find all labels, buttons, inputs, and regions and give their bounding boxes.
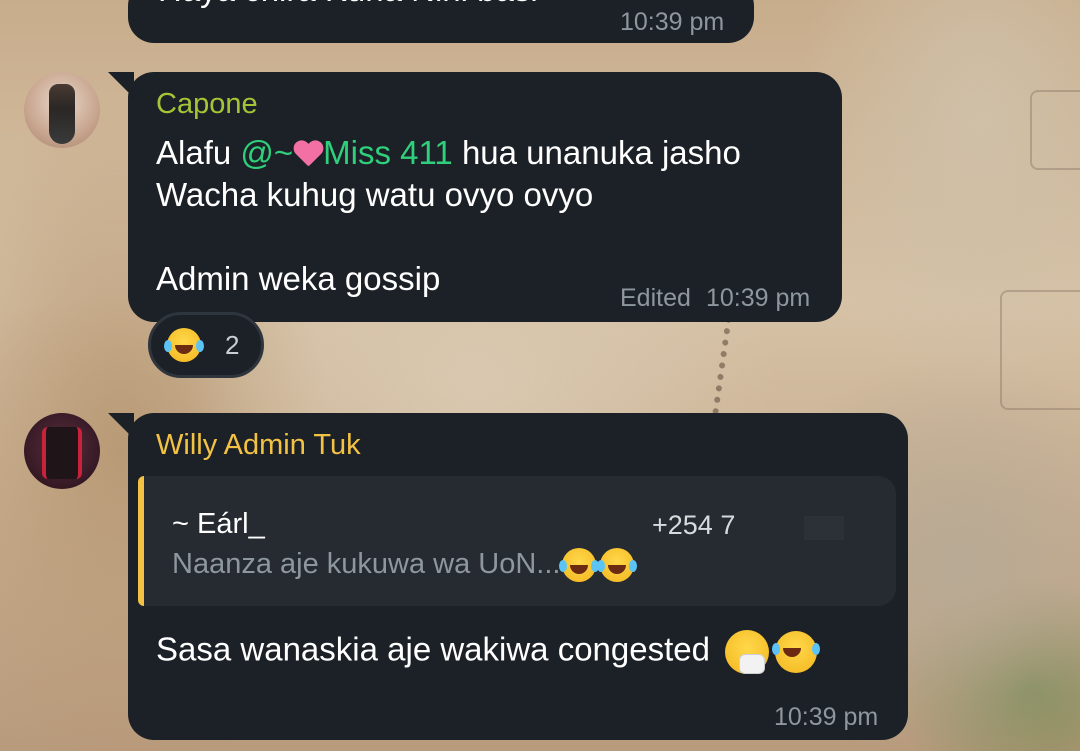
message-text-segment: Alafu <box>156 134 241 171</box>
mention-link[interactable]: @~ Miss 411 <box>240 134 452 171</box>
message-text: Haya chira Kuna Nini basi <box>158 0 538 9</box>
sneezing-face-icon <box>725 630 770 674</box>
message-bubble[interactable]: Haya chira Kuna Nini basi 10:39 pm <box>128 0 754 43</box>
laughing-tears-icon <box>164 328 204 362</box>
message-time: 10:39 pm <box>620 8 725 36</box>
sender-name[interactable]: Capone <box>156 88 258 121</box>
sender-avatar[interactable] <box>24 413 100 489</box>
reaction-chip[interactable]: 2 <box>148 312 264 378</box>
message-text-line: Alafu @~ Miss 411 hua unanuka jasho <box>156 134 741 172</box>
wallpaper-stone <box>1000 290 1080 410</box>
message-text-line: Wacha kuhug watu ovyo ovyo <box>156 176 594 213</box>
sender-name[interactable]: Willy Admin Tuk <box>156 429 361 462</box>
laughing-tears-icon <box>597 548 638 583</box>
sender-avatar[interactable] <box>24 72 100 148</box>
edited-label: Edited <box>620 284 691 312</box>
reply-author: ~ Eárl_ <box>172 508 265 540</box>
wallpaper-stone <box>1030 90 1080 170</box>
avatar-person-image <box>49 84 75 144</box>
reaction-count: 2 <box>225 330 240 360</box>
reply-text: Naanza aje kukuwa wa UoN... <box>172 548 638 583</box>
message-bubble[interactable]: Capone Alafu @~ Miss 411 hua unanuka jash… <box>108 72 842 322</box>
reply-phone: +254 7 <box>652 510 736 540</box>
avatar-jersey-image <box>42 427 82 479</box>
mention-prefix: @~ <box>240 134 294 171</box>
message-text: Sasa wanaskia aje wakiwa congested <box>156 630 821 674</box>
redaction-block <box>804 516 844 540</box>
message-time: 10:39 pm <box>706 284 811 312</box>
message-time: 10:39 pm <box>774 703 879 731</box>
laughing-tears-icon <box>772 631 821 673</box>
laughing-tears-icon <box>559 548 600 583</box>
mention-name: Miss 411 <box>323 134 453 171</box>
message-text-segment: hua unanuka jasho <box>452 134 741 171</box>
pink-heart-icon <box>293 139 323 167</box>
message-text-content: Sasa wanaskia aje wakiwa congested <box>156 630 710 668</box>
reply-preview[interactable]: ~ Eárl_ +254 7 Naanza aje kukuwa wa UoN.… <box>138 476 896 606</box>
message-text-line: Admin weka gossip <box>156 260 441 297</box>
reply-text-content: Naanza aje kukuwa wa UoN... <box>172 548 561 580</box>
